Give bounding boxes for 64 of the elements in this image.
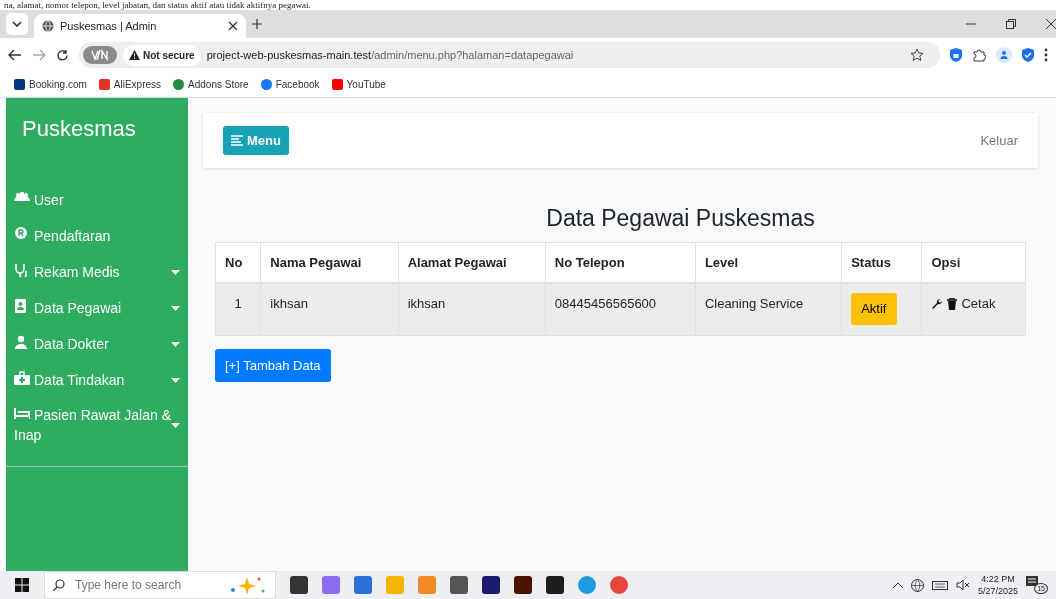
- column-header: Status: [841, 242, 922, 283]
- bookmark[interactable]: YouTube: [331, 77, 386, 92]
- table-cell: ikhsan: [260, 283, 399, 335]
- back-icon[interactable]: [8, 49, 22, 61]
- column-header: Opsi: [921, 242, 1026, 283]
- medical-kit-icon: [14, 370, 30, 385]
- bed-icon: [14, 406, 30, 420]
- profile-icon[interactable]: [996, 47, 1012, 63]
- menu-icon: [231, 134, 244, 147]
- keyboard-icon[interactable]: [931, 580, 948, 590]
- security-chip[interactable]: Not secure: [123, 44, 201, 66]
- bookmark[interactable]: Facebook: [260, 77, 320, 92]
- network-icon[interactable]: [910, 578, 924, 592]
- registered-icon: [14, 226, 30, 241]
- brand-title: Puskesmas: [21, 115, 137, 143]
- globe-icon: [42, 20, 54, 32]
- document-caption: na, alamat, nomor telepon, level jabatan, dan status aktif atau tidak aktifnya pegawai.: [3, 0, 312, 10]
- column-header: Nama Pegawai: [260, 242, 399, 283]
- shield-check-icon[interactable]: [1022, 48, 1034, 62]
- search-field[interactable]: Type here to search: [73, 575, 193, 595]
- add-data-button[interactable]: [+] Tambah Data: [215, 348, 331, 382]
- search-bar[interactable]: Type here to search: [44, 571, 276, 599]
- address-field[interactable]: project-web-puskesmas-main.test/admin/menu.php?halaman=datapegawai: [206, 46, 904, 64]
- clock-date: 5/27/2025: [977, 585, 1018, 597]
- shield-lock-icon[interactable]: [950, 48, 962, 62]
- vpn-icon[interactable]: [83, 46, 117, 64]
- stethoscope-icon: [14, 262, 30, 277]
- reload-icon[interactable]: [56, 48, 69, 62]
- table-cell: 08445456565600: [545, 283, 696, 335]
- column-header: No: [215, 242, 261, 283]
- table-cell: Cleaning Service: [695, 283, 842, 335]
- status-button[interactable]: Aktif: [851, 293, 897, 325]
- table-cell: 1: [215, 283, 261, 335]
- logout-link[interactable]: Keluar: [980, 130, 1018, 151]
- puzzle-icon[interactable]: [972, 48, 986, 62]
- warning-icon: [129, 50, 140, 60]
- speaker-muted-icon[interactable]: [955, 579, 970, 591]
- tab-title: Puskesmas | Admin: [60, 18, 158, 34]
- more-icon[interactable]: [1044, 48, 1048, 62]
- close-icon[interactable]: [228, 21, 238, 31]
- search-icon: [53, 579, 65, 591]
- browser-tab[interactable]: Puskesmas | Admin: [34, 14, 246, 38]
- print-link[interactable]: Cetak: [961, 294, 996, 314]
- restore-icon[interactable]: [1006, 19, 1016, 29]
- tab-list-icon[interactable]: [6, 13, 28, 35]
- table-cell: ikhsan: [398, 283, 546, 335]
- close-icon[interactable]: [1046, 19, 1056, 29]
- wrench-icon[interactable]: [931, 297, 944, 310]
- bookmark[interactable]: AliExpress: [98, 77, 162, 92]
- clock[interactable]: 4:22 PM 5/27/2025: [977, 573, 1018, 597]
- security-label: Not secure: [143, 48, 195, 63]
- bookmark[interactable]: Addons Store: [173, 77, 249, 92]
- column-header: Level: [695, 242, 842, 283]
- star-icon[interactable]: [910, 48, 924, 62]
- new-tab-icon[interactable]: [252, 19, 262, 29]
- notification-icon[interactable]: [1026, 576, 1038, 587]
- column-header: No Telepon: [545, 242, 696, 283]
- person-icon: [14, 334, 30, 349]
- page-title: Data Pegawai Puskesmas: [545, 204, 816, 233]
- trash-icon[interactable]: [947, 297, 958, 310]
- clock-time: 4:22 PM: [980, 573, 1016, 585]
- bookmark[interactable]: Booking.com: [14, 77, 87, 92]
- chevron-up-icon[interactable]: [892, 582, 903, 588]
- column-header: Alamat Pegawai: [398, 242, 546, 283]
